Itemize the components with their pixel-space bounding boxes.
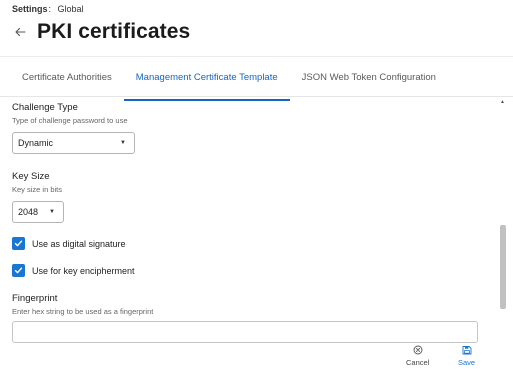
check-icon bbox=[14, 240, 23, 247]
challenge-type-select[interactable]: Dynamic ▼ bbox=[12, 132, 135, 154]
fingerprint-label: Fingerprint bbox=[12, 293, 58, 304]
tab-json-web-token-configuration[interactable]: JSON Web Token Configuration bbox=[290, 66, 448, 96]
fingerprint-help: Enter hex string to be used as a fingerp… bbox=[12, 307, 154, 316]
action-footer: Cancel Save bbox=[0, 344, 513, 369]
arrow-left-icon[interactable] bbox=[12, 24, 28, 40]
key-size-value: 2048 bbox=[18, 207, 39, 217]
cancel-label: Cancel bbox=[406, 358, 430, 367]
header-divider bbox=[0, 56, 513, 57]
breadcrumb-value: Global bbox=[57, 4, 84, 14]
page-title: PKI certificates bbox=[37, 20, 191, 43]
breadcrumb: Settings: Global bbox=[12, 4, 84, 14]
save-button[interactable]: Save bbox=[458, 344, 475, 367]
key-encipherment-checkbox[interactable] bbox=[12, 264, 25, 277]
scroll-thumb[interactable] bbox=[500, 225, 506, 309]
tab-divider bbox=[0, 96, 513, 97]
caret-down-icon: ▼ bbox=[49, 209, 55, 215]
vertical-scrollbar[interactable]: ▲ bbox=[499, 97, 507, 344]
tab-bar: Certificate Authorities Management Certi… bbox=[10, 66, 448, 101]
key-encipherment-option: Use for key encipherment bbox=[12, 264, 135, 277]
save-label: Save bbox=[458, 358, 476, 367]
fingerprint-input[interactable] bbox=[12, 321, 478, 343]
key-size-help: Key size in bits bbox=[12, 185, 63, 194]
digital-signature-label: Use as digital signature bbox=[32, 238, 126, 249]
digital-signature-checkbox[interactable] bbox=[12, 237, 25, 250]
floppy-disk-icon bbox=[462, 344, 472, 356]
title-bar: PKI certificates bbox=[12, 20, 190, 44]
circle-x-icon bbox=[413, 344, 423, 356]
breadcrumb-separator: : bbox=[48, 4, 52, 14]
tab-management-certificate-template[interactable]: Management Certificate Template bbox=[123, 66, 290, 101]
challenge-type-value: Dynamic bbox=[18, 138, 54, 148]
key-size-select[interactable]: 2048 ▼ bbox=[12, 201, 64, 223]
scroll-up-icon[interactable]: ▲ bbox=[500, 99, 505, 105]
challenge-type-help: Type of challenge password to use bbox=[12, 116, 128, 125]
key-encipherment-label: Use for key encipherment bbox=[32, 265, 135, 276]
tab-certificate-authorities[interactable]: Certificate Authorities bbox=[10, 66, 124, 96]
digital-signature-option: Use as digital signature bbox=[12, 237, 126, 250]
challenge-type-label: Challenge Type bbox=[12, 102, 78, 113]
breadcrumb-label: Settings bbox=[12, 4, 48, 14]
cancel-button[interactable]: Cancel bbox=[406, 344, 429, 367]
key-size-label: Key Size bbox=[12, 171, 50, 182]
caret-down-icon: ▼ bbox=[120, 140, 126, 146]
check-icon bbox=[14, 267, 23, 274]
